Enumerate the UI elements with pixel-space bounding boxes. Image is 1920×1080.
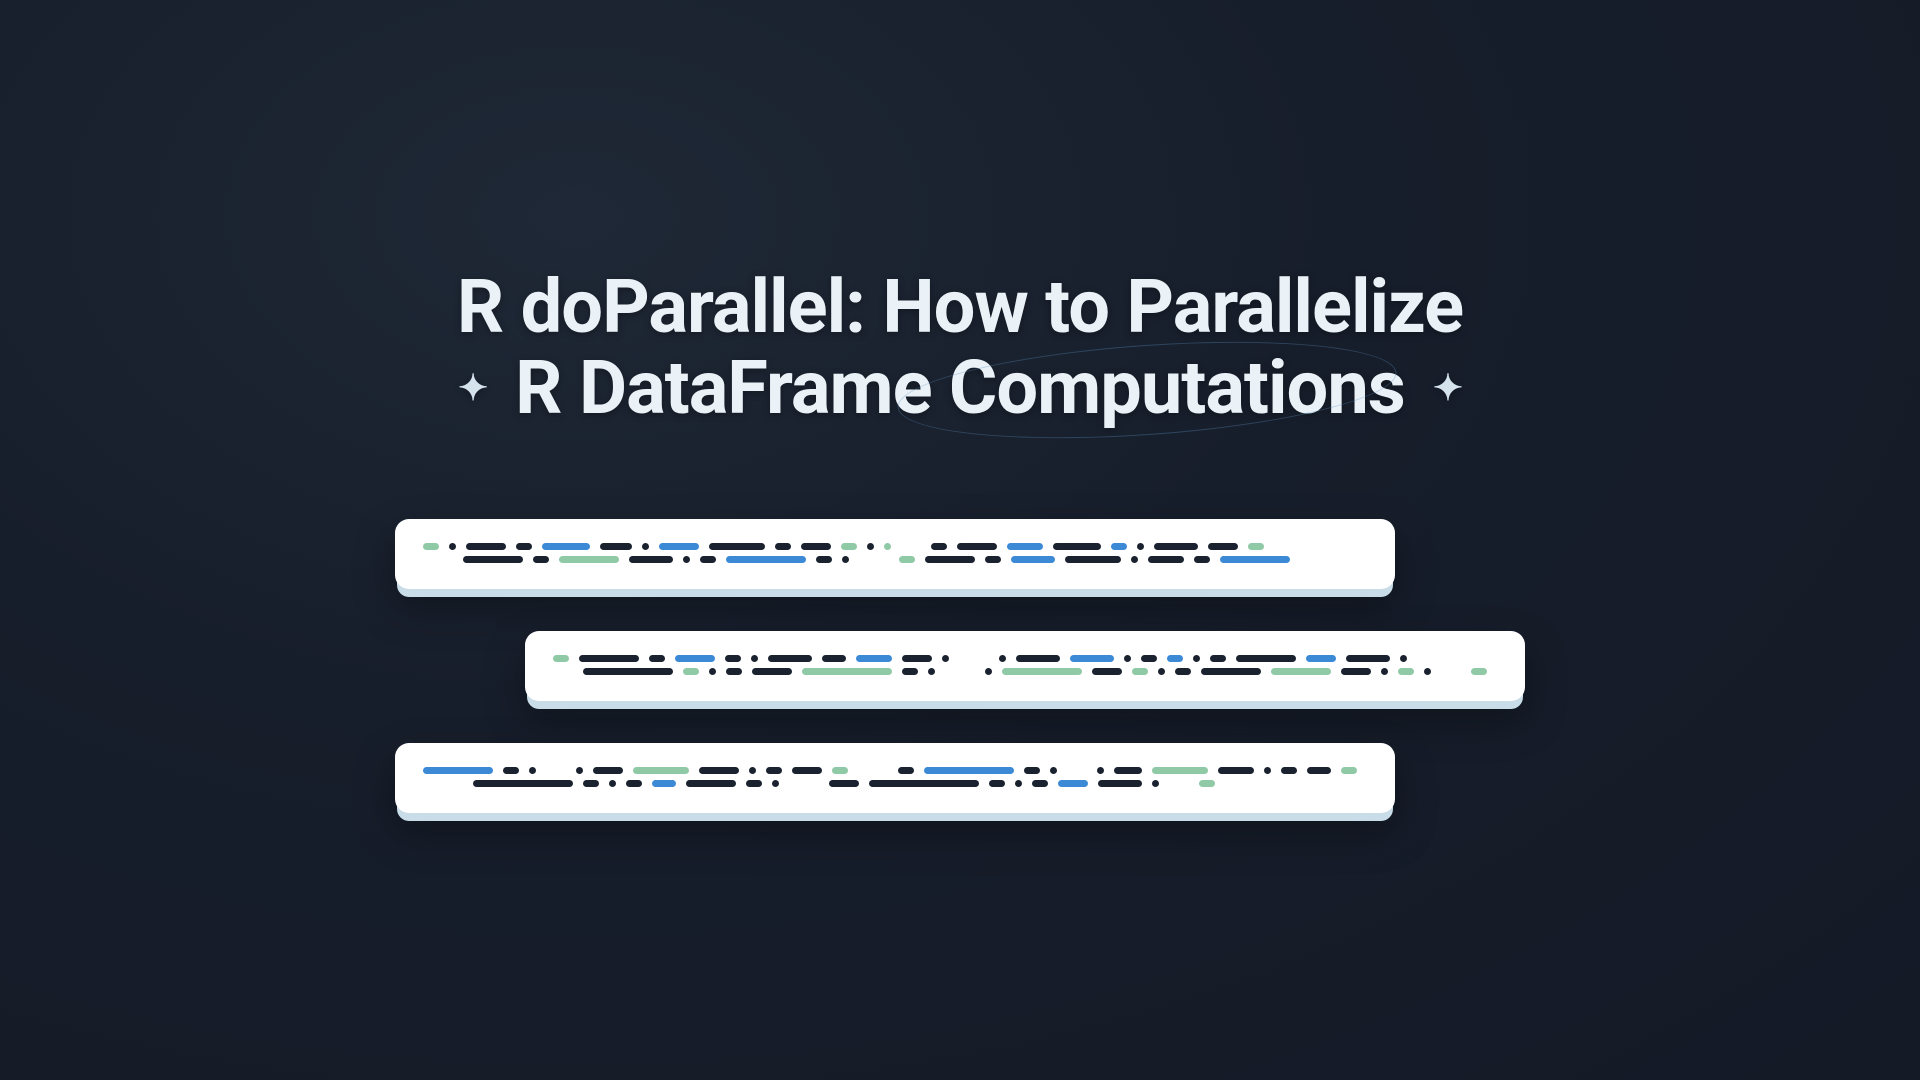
code-line xyxy=(423,780,1367,787)
code-card xyxy=(395,519,1395,589)
title-line-1: R doParallel: How to Parallelize xyxy=(457,267,1463,348)
code-line xyxy=(553,655,1497,662)
code-card xyxy=(395,743,1395,813)
title-line-2-row: ✦ R DataFrame Computations ✦ xyxy=(457,348,1463,429)
sparkle-icon: ✦ xyxy=(458,369,487,409)
title-line-2: R DataFrame Computations xyxy=(515,348,1405,429)
hero-title-block: R doParallel: How to Parallelize ✦ R Dat… xyxy=(457,267,1463,430)
code-card xyxy=(525,631,1525,701)
sparkle-icon: ✦ xyxy=(1433,369,1462,409)
code-line xyxy=(423,767,1367,774)
code-line xyxy=(553,668,1497,675)
code-line xyxy=(423,556,1367,563)
code-line xyxy=(423,543,1367,550)
code-cards-group xyxy=(395,519,1525,813)
